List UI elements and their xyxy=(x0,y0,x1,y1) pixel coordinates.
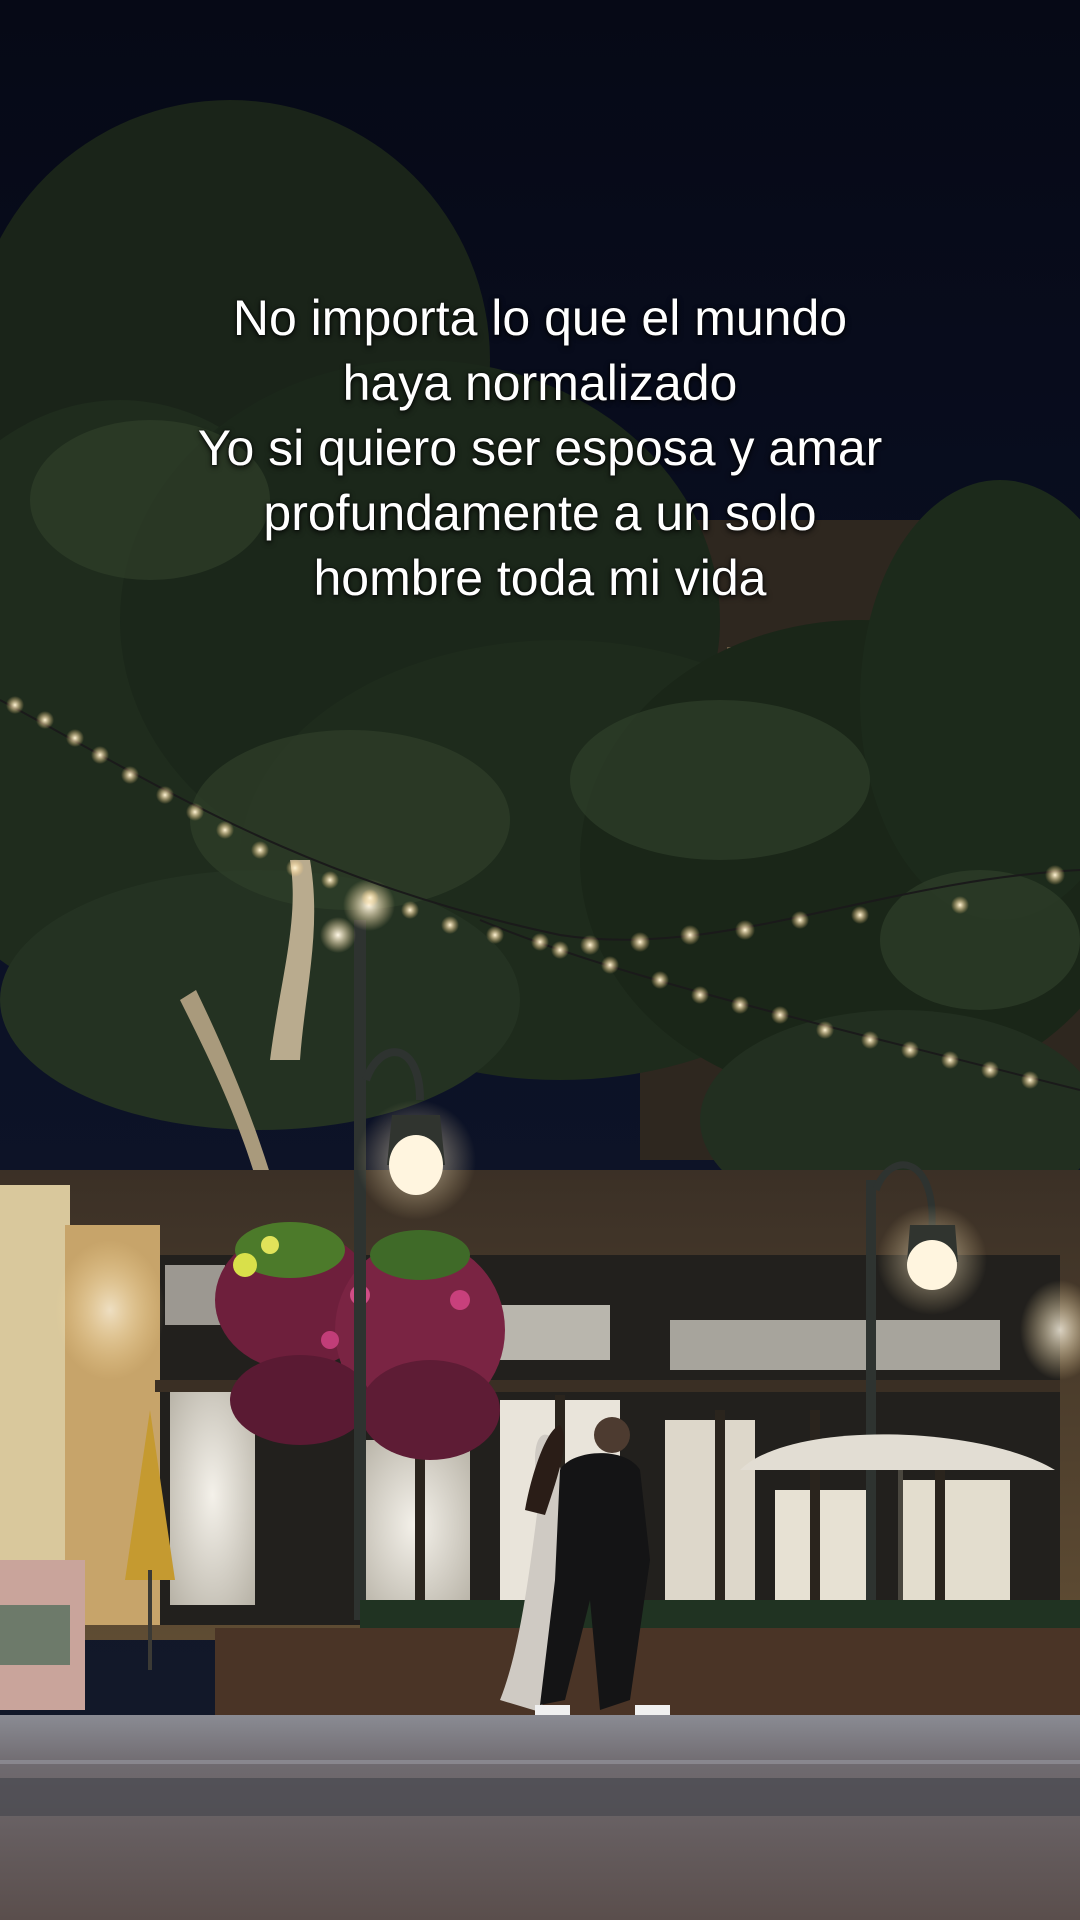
video-frame: No importa lo que el mundo haya normaliz… xyxy=(0,0,1080,1920)
caption-line: haya normalizado xyxy=(342,355,738,411)
caption-overlay: No importa lo que el mundo haya normaliz… xyxy=(60,286,1020,611)
caption-line: Yo si quiero ser esposa y amar xyxy=(197,420,883,476)
caption-line: profundamente a un solo xyxy=(263,485,817,541)
caption-line: hombre toda mi vida xyxy=(313,550,767,606)
caption-line: No importa lo que el mundo xyxy=(232,290,848,346)
